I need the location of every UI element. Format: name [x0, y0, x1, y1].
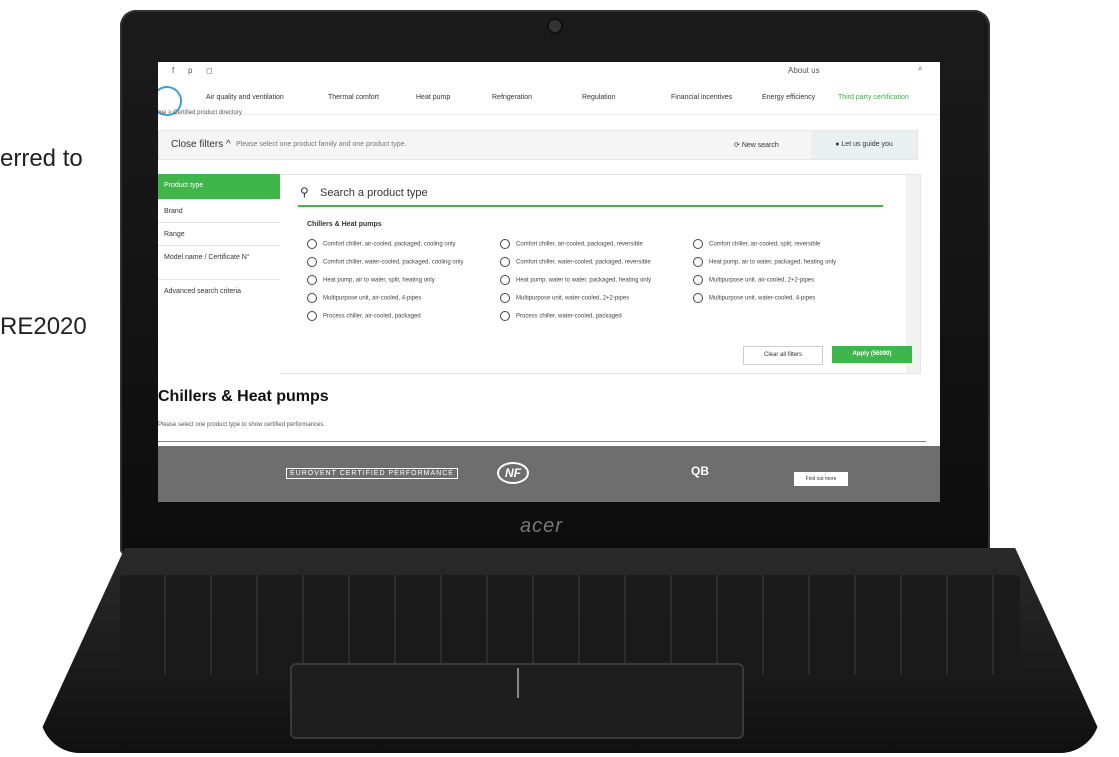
option[interactable]: Comfort chiller, water-cooled, packaged,…	[500, 257, 651, 267]
option[interactable]: Process chiller, water-cooled, packaged	[500, 311, 622, 321]
sidebar-item-advanced[interactable]: Advanced search criteria	[158, 280, 280, 314]
webcam-icon	[547, 18, 563, 34]
top-bar: f p ◻ About us ⌕	[158, 62, 940, 80]
clear-filters-button[interactable]: Clear all filters	[743, 346, 823, 365]
option[interactable]: Comfort chiller, air-cooled, split, reve…	[693, 239, 820, 249]
sidebar-item-product-type[interactable]: Product type	[158, 174, 280, 200]
nav-item-efficiency[interactable]: Energy efficiency	[762, 94, 815, 101]
nf-logo: NF	[497, 462, 529, 484]
option[interactable]: Heat pump, water to water, packaged, hea…	[500, 275, 651, 285]
option[interactable]: Multipurpose unit, water-cooled, 2+2-pip…	[500, 293, 629, 303]
background-text-1: erred to	[0, 145, 83, 172]
option[interactable]: Comfort chiller, air-cooled, packaged, r…	[500, 239, 643, 249]
option[interactable]: Multipurpose unit, water-cooled, 4-pipes	[693, 293, 815, 303]
option[interactable]: Comfort chiller, air-cooled, packaged, c…	[307, 239, 455, 249]
nav-item-regulation[interactable]: Regulation	[582, 94, 615, 101]
nav-item-certification[interactable]: Third party certification	[838, 94, 909, 101]
filter-panel: ⚲ Search a product type Chillers & Heat …	[280, 174, 921, 374]
eurovent-logo: EUROVENT CERTIFIED PERFORMANCE	[286, 468, 458, 479]
nav-item-thermal[interactable]: Thermal comfort	[328, 94, 379, 101]
sidebar-item-range[interactable]: Range	[158, 223, 280, 246]
product-type-search[interactable]: ⚲ Search a product type	[298, 183, 883, 207]
laptop-screen: f p ◻ About us ⌕ Air quality and ventila…	[158, 62, 940, 502]
search-icon: ⚲	[300, 185, 309, 199]
scrollbar[interactable]	[906, 175, 920, 373]
footer: EUROVENT CERTIFIED PERFORMANCE NF QB Fin…	[158, 446, 940, 502]
filter-sidebar: Product type Brand Range Model name / Ce…	[158, 174, 280, 364]
laptop-brand: acer	[520, 515, 563, 537]
option[interactable]: Multipurpose unit, air-cooled, 4-pipes	[307, 293, 421, 303]
section-message: Please select one product type to show c…	[158, 410, 926, 442]
filter-bar: Close filters ^ Please select one produc…	[158, 130, 918, 160]
guide-button[interactable]: ● Let us guide you	[811, 131, 917, 159]
option[interactable]: Process chiller, air-cooled, packaged	[307, 311, 421, 321]
section-title: Chillers & Heat pumps	[158, 388, 329, 405]
apply-button[interactable]: Apply (56090)	[832, 346, 912, 363]
option[interactable]: Heat pump, air to water, packaged, heati…	[693, 257, 836, 267]
search-input[interactable]: Search a product type	[320, 187, 428, 199]
category-label: Chillers & Heat pumps	[307, 221, 382, 228]
keyboard	[120, 575, 1020, 675]
guide-label: Let us guide you	[841, 141, 893, 148]
background-text-2: RE2020	[0, 313, 87, 340]
pinterest-icon[interactable]: p	[188, 66, 192, 75]
nav-item-refrigeration[interactable]: Refrigeration	[492, 94, 532, 101]
nav-item-heatpump[interactable]: Heat pump	[416, 94, 450, 101]
breadcrumb[interactable]: me > Certified product directory	[158, 110, 242, 116]
find-out-more-button[interactable]: Find out more	[794, 472, 848, 486]
nav-item-air[interactable]: Air quality and ventilation	[206, 94, 284, 101]
main-nav: Air quality and ventilation Thermal comf…	[158, 84, 940, 116]
nav-item-incentives[interactable]: Financial incentives	[671, 94, 732, 101]
qb-logo: QB	[691, 464, 709, 478]
instagram-icon[interactable]: ◻	[206, 66, 213, 75]
close-filters-button[interactable]: Close filters ^	[171, 139, 231, 150]
facebook-icon[interactable]: f	[172, 66, 174, 75]
sidebar-item-brand[interactable]: Brand	[158, 200, 280, 223]
search-icon[interactable]: ⌕	[918, 64, 922, 74]
option[interactable]: Multipurpose unit, air-cooled, 2+2-pipes	[693, 275, 814, 285]
trackpad-divider	[517, 668, 519, 698]
option[interactable]: Heat pump, air to water, split, heating …	[307, 275, 435, 285]
new-search-label: New search	[741, 142, 779, 149]
option[interactable]: Comfort chiller, water-cooled, packaged,…	[307, 257, 463, 267]
new-search-button[interactable]: ⟳ New search	[734, 141, 779, 149]
about-link[interactable]: About us	[788, 66, 820, 75]
filter-hint: Please select one product family and one…	[236, 141, 407, 148]
sidebar-item-model[interactable]: Model name / Certificate N°	[158, 246, 280, 280]
